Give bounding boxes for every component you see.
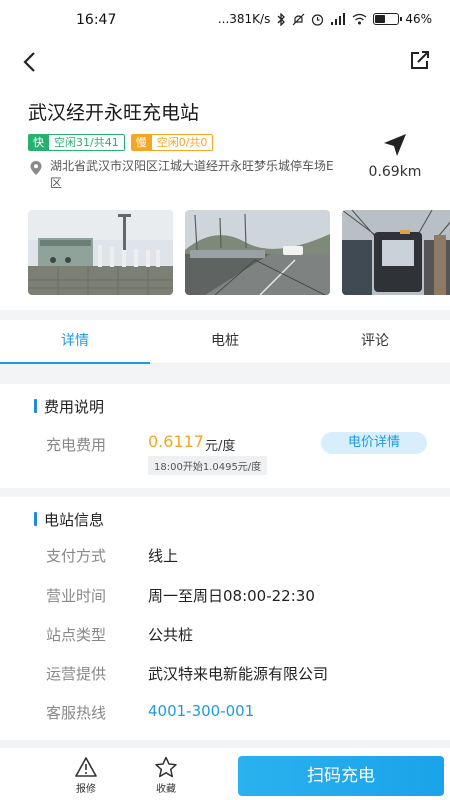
tab-reviews[interactable]: 评论 (300, 320, 450, 363)
fee-card: 费用说明 充电费用 0.6117 元/度 18:00开始1.0495元/度 电价… (0, 384, 450, 488)
info-value: 武汉特来电新能源有限公司 (148, 665, 329, 683)
info-row-hotline: 客服热线 4001-300-001 (46, 702, 254, 723)
station-name: 武汉经开永旺充电站 (28, 102, 200, 124)
slow-tag: 慢 (130, 134, 152, 151)
tab-chargers[interactable]: 电桩 (150, 320, 300, 363)
battery-icon (373, 13, 403, 25)
share-out-icon[interactable] (406, 46, 434, 74)
address-text: 湖北省武汉市汉阳区江城大道经开永旺梦乐城停车场E区 (50, 159, 334, 190)
info-row-hours: 营业时间 周一至周日08:00-22:30 (46, 585, 315, 606)
availability-badges: 快 空闲31/共41 慢 空闲0/共0 (28, 134, 214, 151)
info-key: 营业时间 (46, 587, 107, 605)
warning-triangle-icon (75, 757, 97, 777)
station-info-card: 电站信息 支付方式 线上 营业时间 周一至周日08:00-22:30 站点类型 … (0, 497, 450, 740)
price-detail-button[interactable]: 电价详情 (321, 432, 427, 454)
fee-price: 0.6117 (148, 432, 204, 451)
info-value: 周一至周日08:00-22:30 (148, 587, 315, 605)
favorite-button[interactable]: 收藏 (146, 756, 186, 795)
info-key: 客服热线 (46, 704, 107, 722)
nav-bar (0, 40, 450, 84)
net-speed: ...381K/s (217, 12, 271, 26)
tab-details[interactable]: 详情 (0, 320, 150, 364)
status-time: 16:47 (76, 12, 117, 28)
report-label: 报修 (76, 784, 96, 795)
status-icons: ...381K/s 46% (218, 12, 432, 26)
info-row-operator: 运营提供 武汉特来电新能源有限公司 (46, 663, 328, 684)
navigate-button[interactable]: 0.69km (360, 132, 430, 180)
station-photo[interactable] (28, 210, 173, 295)
star-icon (155, 756, 177, 778)
mute-icon (292, 13, 305, 25)
hotline-link[interactable]: 4001-300-001 (148, 702, 254, 723)
station-card: 武汉经开永旺充电站 快 空闲31/共41 慢 空闲0/共0 湖北省武汉市汉阳区江… (0, 84, 450, 310)
info-value: 线上 (148, 547, 179, 565)
fast-tag: 快 (28, 134, 49, 151)
info-value: 公共桩 (148, 626, 194, 644)
navigation-arrow-icon (384, 134, 406, 156)
info-key: 支付方式 (46, 547, 107, 565)
scan-charge-button[interactable]: 扫码充电 (238, 756, 444, 796)
info-row-payment: 支付方式 线上 (46, 545, 178, 566)
bluetooth-icon (277, 12, 286, 26)
report-button[interactable]: 报修 (66, 756, 106, 795)
fee-note: 18:00开始1.0495元/度 (148, 456, 268, 475)
wifi-icon (352, 13, 367, 25)
favorite-label: 收藏 (156, 784, 176, 795)
fast-count: 空闲31/共41 (49, 134, 125, 151)
info-key: 运营提供 (46, 665, 107, 683)
station-photo[interactable] (342, 210, 450, 295)
address: 湖北省武汉市汉阳区江城大道经开永旺梦乐城停车场E区 (28, 158, 348, 192)
bottom-action-bar: 报修 收藏 扫码充电 (0, 748, 450, 800)
fee-unit: 元/度 (205, 439, 236, 454)
fast-charger-badge: 快 空闲31/共41 (28, 134, 125, 151)
battery-percent: 46% (405, 12, 432, 26)
station-photo[interactable] (185, 210, 330, 295)
slow-charger-badge: 慢 空闲0/共0 (130, 134, 214, 151)
chevron-left-icon[interactable] (16, 48, 44, 76)
fee-label: 充电费用 (46, 436, 107, 454)
slow-count: 空闲0/共0 (151, 134, 214, 151)
status-bar: 16:47 ...381K/s 46% (0, 0, 450, 40)
info-section-title: 电站信息 (34, 509, 104, 530)
photo-gallery[interactable] (28, 210, 450, 295)
info-key: 站点类型 (46, 626, 107, 644)
location-pin-icon (30, 161, 42, 175)
alarm-icon (312, 13, 324, 26)
info-row-site-type: 站点类型 公共桩 (46, 624, 193, 645)
distance-text: 0.69km (368, 164, 422, 180)
detail-tabs: 详情 电桩 评论 (0, 320, 450, 364)
fee-section-title: 费用说明 (34, 396, 104, 417)
signal-icon (331, 12, 346, 25)
